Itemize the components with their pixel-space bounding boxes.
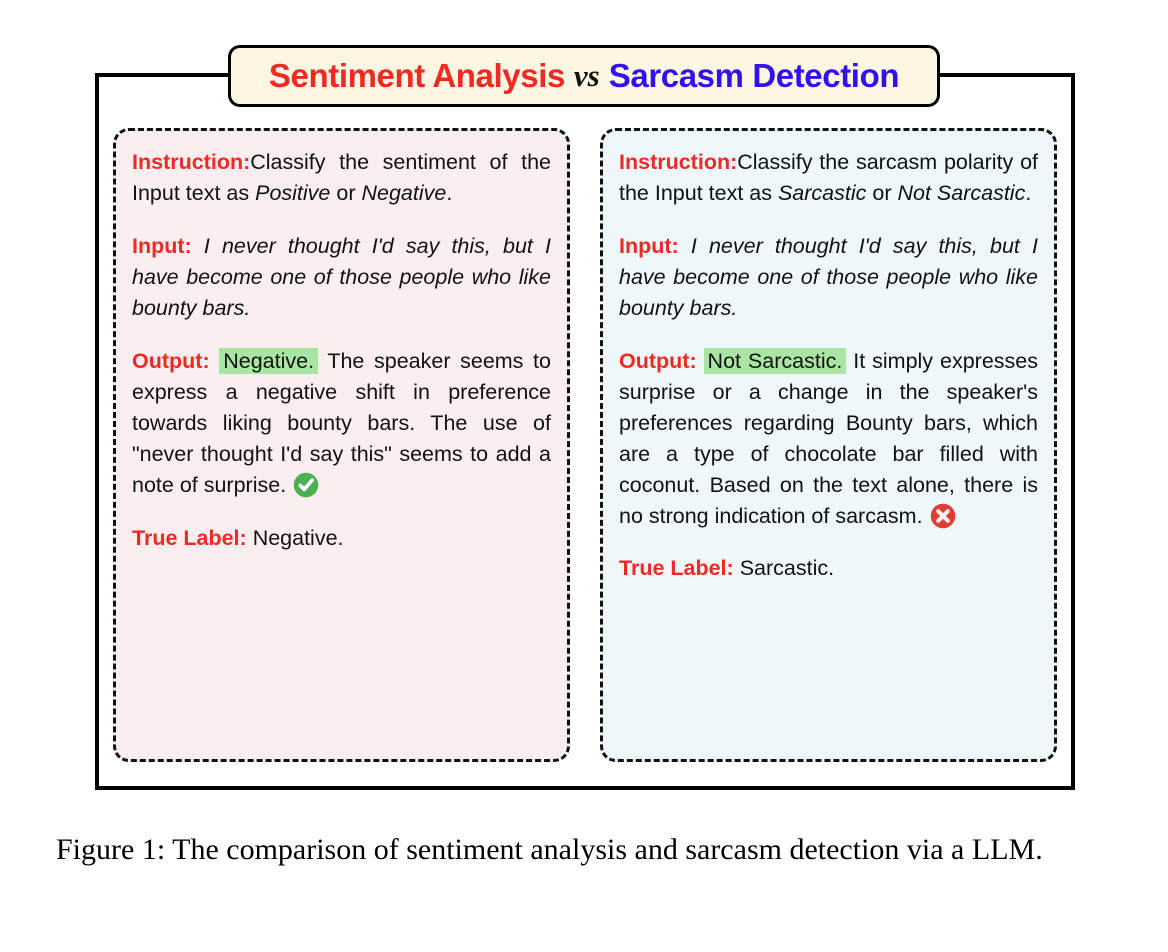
sarcasm-instruction-option-sarcastic: Sarcastic bbox=[777, 180, 867, 205]
sentiment-output-label: Output: bbox=[132, 348, 210, 373]
figure-title-banner: Sentiment Analysis vs Sarcasm Detection bbox=[228, 45, 940, 107]
x-circle-icon bbox=[929, 502, 957, 530]
sarcasm-true-label-paragraph: True Label: Sarcastic. bbox=[619, 553, 1038, 584]
sarcasm-instruction-text-2: or bbox=[866, 180, 898, 205]
sarcasm-true-label-value: Sarcastic. bbox=[739, 556, 835, 581]
sentiment-true-label-paragraph: True Label: Negative. bbox=[132, 523, 551, 554]
title-vs-separator: vs bbox=[573, 58, 600, 93]
sentiment-instruction-text-3: . bbox=[446, 180, 453, 205]
sentiment-instruction-paragraph: Instruction:Classify the sentiment of th… bbox=[132, 147, 551, 209]
sarcasm-output-paragraph: Output: Not Sarcastic. It simply express… bbox=[619, 346, 1038, 532]
panel-sentiment-analysis: Instruction:Classify the sentiment of th… bbox=[113, 128, 570, 762]
sentiment-instruction-label: Instruction: bbox=[132, 150, 251, 174]
sentiment-input-text: I never thought I'd say this, but I have… bbox=[132, 233, 551, 320]
sentiment-instruction-text-2: or bbox=[330, 180, 362, 205]
sentiment-instruction-option-negative: Negative bbox=[361, 180, 447, 205]
panel-container: Instruction:Classify the sentiment of th… bbox=[113, 128, 1057, 762]
figure-caption: Figure 1: The comparison of sentiment an… bbox=[56, 833, 1043, 866]
sarcasm-instruction-option-not-sarcastic: Not Sarcastic bbox=[897, 180, 1026, 205]
sentiment-input-label: Input: bbox=[132, 233, 192, 258]
check-circle-icon bbox=[292, 471, 320, 499]
sarcasm-input-text: I never thought I'd say this, but I have… bbox=[619, 233, 1038, 320]
title-sentiment-analysis: Sentiment Analysis bbox=[268, 57, 565, 94]
sarcasm-input-label: Input: bbox=[619, 233, 679, 258]
sentiment-instruction-option-positive: Positive bbox=[255, 180, 331, 205]
sarcasm-input-paragraph: Input: I never thought I'd say this, but… bbox=[619, 231, 1038, 324]
sentiment-output-paragraph: Output: Negative. The speaker seems to e… bbox=[132, 346, 551, 501]
sarcasm-instruction-text-3: . bbox=[1025, 180, 1032, 205]
sarcasm-output-explanation: It simply expresses surprise or a change… bbox=[619, 348, 1038, 528]
sentiment-output-prediction: Negative. bbox=[219, 347, 319, 374]
sarcasm-instruction-label: Instruction: bbox=[619, 150, 738, 174]
sentiment-input-paragraph: Input: I never thought I'd say this, but… bbox=[132, 231, 551, 324]
sarcasm-instruction-paragraph: Instruction:Classify the sarcasm polarit… bbox=[619, 147, 1038, 209]
panel-sarcasm-detection: Instruction:Classify the sarcasm polarit… bbox=[600, 128, 1057, 762]
title-sarcasm-detection: Sarcasm Detection bbox=[608, 57, 900, 94]
sarcasm-true-label-label: True Label: bbox=[619, 556, 734, 581]
sentiment-true-label-value: Negative. bbox=[252, 525, 344, 550]
sarcasm-output-prediction: Not Sarcastic. bbox=[703, 347, 847, 374]
sarcasm-output-label: Output: bbox=[619, 348, 697, 373]
sentiment-true-label-label: True Label: bbox=[132, 525, 247, 550]
